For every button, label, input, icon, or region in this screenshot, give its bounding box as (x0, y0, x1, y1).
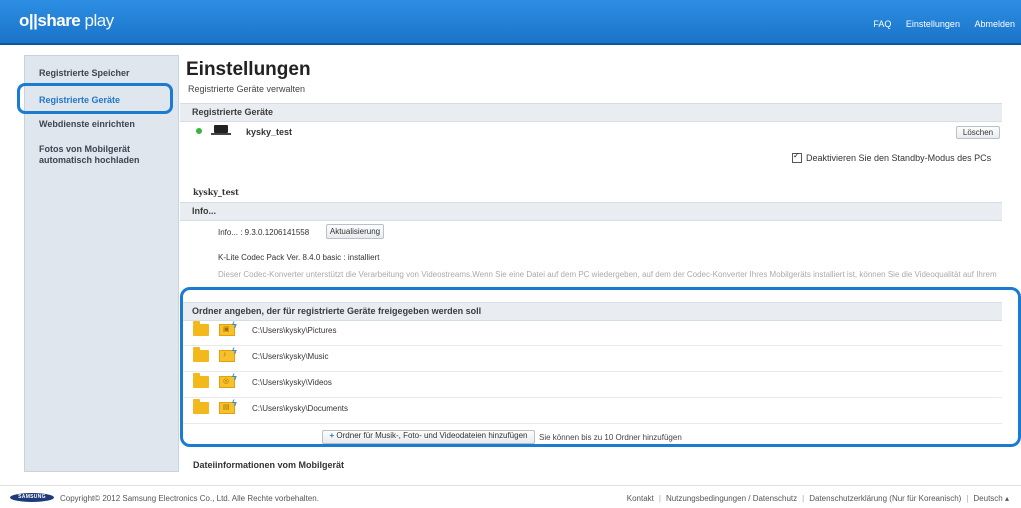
nav-settings-link[interactable]: Einstellungen (906, 19, 960, 29)
logo-part3: play (80, 11, 114, 30)
sidebar-item-auto-upload-line2: automatisch hochladen (39, 155, 140, 165)
footer-separator: | (966, 494, 969, 503)
active-item-highlight (17, 83, 173, 114)
delete-device-button[interactable]: Löschen (956, 126, 1000, 139)
info-section-header: Info... (180, 202, 1002, 221)
top-navigation: FAQ Einstellungen Abmelden (861, 19, 1015, 29)
section-title: Registrierte Geräte (192, 107, 274, 117)
sidebar: Registrierte Speicher Registrierte Gerät… (24, 55, 179, 472)
info-version: Info... : 9.3.0.1206141558 (218, 228, 310, 237)
footer-terms-link[interactable]: Nutzungsbedingungen / Datenschutz (666, 494, 797, 503)
footer: SAMSUNG Copyright© 2012 Samsung Electron… (0, 485, 1021, 508)
copyright-text: Copyright© 2012 Samsung Electronics Co.,… (60, 494, 319, 503)
device-name: kysky_test (246, 127, 293, 137)
registered-devices-section-header: Registrierte Geräte (180, 103, 1002, 122)
laptop-icon (211, 125, 231, 135)
nav-faq-link[interactable]: FAQ (873, 19, 891, 29)
shared-folders-highlight (180, 287, 1021, 447)
sidebar-item-auto-upload[interactable]: Fotos von Mobilgerät automatisch hochlad… (39, 144, 140, 166)
footer-separator: | (802, 494, 805, 503)
standby-checkbox[interactable] (792, 151, 802, 163)
device-detail-name: kysky_test (193, 187, 239, 197)
footer-contact-link[interactable]: Kontakt (627, 494, 654, 503)
footer-links: Kontakt | Nutzungsbedingungen / Datenschut… (627, 494, 1009, 503)
standby-label: Deaktivieren Sie den Standby-Modus des P… (806, 153, 992, 163)
update-button[interactable]: Aktualisierung (326, 224, 384, 239)
chevron-up-icon: ▴ (1002, 494, 1009, 503)
nav-logout-link[interactable]: Abmelden (974, 19, 1015, 29)
mobile-file-info-heading: Dateiinformationen vom Mobilgerät (193, 460, 345, 470)
logo-part1: o| (19, 11, 34, 30)
logo-part2: |share (33, 11, 81, 30)
top-header-bar: o||share play FAQ Einstellungen Abmelden (0, 0, 1021, 45)
sidebar-item-auto-upload-line1: Fotos von Mobilgerät (39, 144, 130, 154)
allshare-play-logo[interactable]: o||share play (19, 11, 114, 31)
page-subtitle: Registrierte Geräte verwalten (188, 84, 306, 94)
info-section-title: Info... (192, 206, 216, 216)
sidebar-item-registered-storage[interactable]: Registrierte Speicher (39, 68, 130, 79)
page-title: Einstellungen (186, 59, 311, 80)
sidebar-item-web-services[interactable]: Webdienste einrichten (39, 119, 135, 130)
codec-status: K-Lite Codec Pack Ver. 8.4.0 basic : ins… (218, 253, 380, 262)
footer-privacy-link[interactable]: Datenschutzerklärung (Nur für Koreanisch… (809, 494, 961, 503)
footer-separator: | (658, 494, 661, 503)
codec-description: Dieser Codec-Konverter unterstützt die V… (218, 270, 997, 283)
device-online-status-icon (196, 128, 202, 134)
samsung-logo: SAMSUNG (10, 493, 54, 502)
footer-language-select[interactable]: Deutsch (973, 494, 1002, 503)
